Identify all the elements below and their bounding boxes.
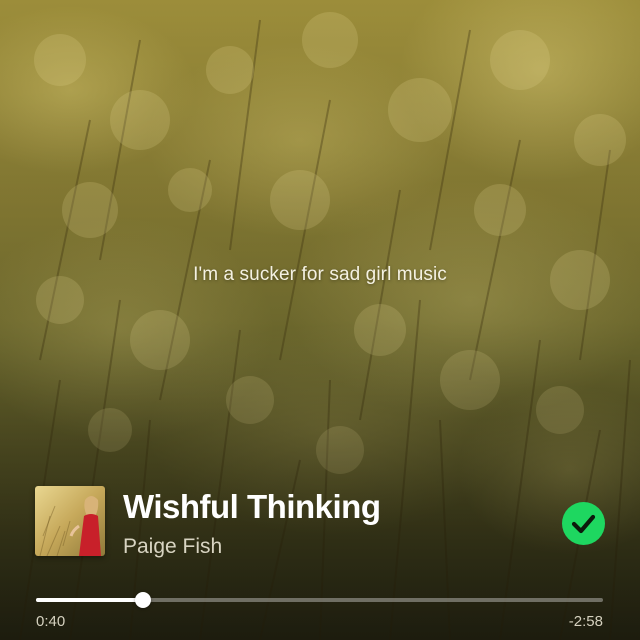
playback-progress-bar[interactable] xyxy=(36,592,603,610)
current-lyric-line[interactable]: I'm a sucker for sad girl music xyxy=(0,264,640,286)
track-title[interactable]: Wishful Thinking xyxy=(123,488,381,526)
track-artist[interactable]: Paige Fish xyxy=(123,535,222,559)
album-cover-art xyxy=(35,486,105,556)
elapsed-time: 0:40 xyxy=(36,613,66,630)
checkmark-icon xyxy=(562,502,605,545)
progress-scrubber-handle[interactable] xyxy=(135,592,151,608)
album-cover[interactable] xyxy=(35,486,105,556)
remaining-time: -2:58 xyxy=(568,613,603,630)
lyrics-screen: I'm a sucker for sad girl music Wishful … xyxy=(0,0,640,640)
now-playing-bar: Wishful Thinking Paige Fish xyxy=(35,486,605,559)
progress-fill xyxy=(36,598,143,602)
saved-to-library-button[interactable] xyxy=(562,502,605,545)
